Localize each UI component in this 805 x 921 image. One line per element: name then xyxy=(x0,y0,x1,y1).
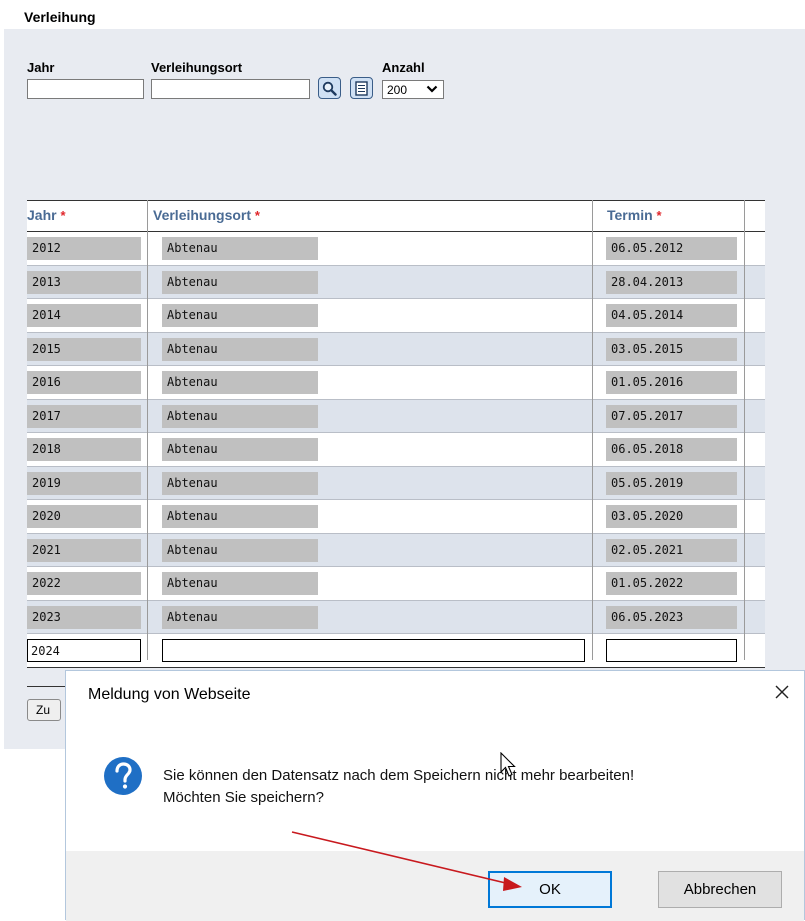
column-divider xyxy=(744,200,745,660)
table-row: 2019 Abtenau 05.05.2019 xyxy=(27,466,765,500)
table-row: 2023 Abtenau 06.05.2023 xyxy=(27,600,765,634)
chevron-down-icon xyxy=(426,85,438,93)
cell-jahr: 2016 xyxy=(27,371,141,394)
cell-termin: 06.05.2012 xyxy=(606,237,737,260)
cell-jahr: 2020 xyxy=(27,505,141,528)
list-button[interactable] xyxy=(350,77,373,99)
question-icon xyxy=(104,757,142,795)
cell-jahr: 2018 xyxy=(27,438,141,461)
table-row: 2021 Abtenau 02.05.2021 xyxy=(27,533,765,567)
cell-termin: 03.05.2015 xyxy=(606,337,737,361)
cell-termin: 28.04.2013 xyxy=(606,270,737,294)
anzahl-value: 200 xyxy=(387,82,408,97)
table-row: 2013 Abtenau 28.04.2013 xyxy=(27,265,765,299)
table-header: Jahr * Verleihungsort * Termin * xyxy=(27,200,765,232)
column-header-label: Termin xyxy=(607,207,653,223)
dialog-message: Sie können den Datensatz nach dem Speich… xyxy=(163,765,634,809)
cell-termin: 06.05.2023 xyxy=(606,605,737,629)
cell-verleihungsort: Abtenau xyxy=(162,371,318,394)
cell-jahr: 2019 xyxy=(27,471,141,495)
cell-jahr: 2021 xyxy=(27,538,141,562)
cell-jahr: 2012 xyxy=(27,237,141,260)
cell-jahr: 2015 xyxy=(27,337,141,361)
cell-termin: 05.05.2019 xyxy=(606,471,737,495)
table-row: 2014 Abtenau 04.05.2014 xyxy=(27,299,765,333)
confirm-dialog: Meldung von Webseite Sie können den Date… xyxy=(65,670,805,921)
cell-jahr: 2023 xyxy=(27,605,141,629)
dialog-message-line: Möchten Sie speichern? xyxy=(163,789,324,806)
cell-jahr: 2014 xyxy=(27,304,141,327)
cell-verleihungsort: Abtenau xyxy=(162,337,318,361)
cell-termin: 01.05.2022 xyxy=(606,572,737,595)
search-icon xyxy=(322,81,337,96)
jahr-filter-input[interactable] xyxy=(27,79,144,99)
verleihungsort-label: Verleihungsort xyxy=(151,60,243,75)
jahr-label: Jahr xyxy=(27,60,55,75)
cell-verleihungsort: Abtenau xyxy=(162,572,318,595)
cell-verleihungsort: Abtenau xyxy=(162,538,318,562)
close-icon[interactable] xyxy=(771,681,793,703)
table-row: 2020 Abtenau 03.05.2020 xyxy=(27,500,765,534)
cell-jahr: 2017 xyxy=(27,404,141,428)
list-icon xyxy=(355,80,368,96)
cell-verleihungsort: Abtenau xyxy=(162,237,318,260)
cell-verleihungsort: Abtenau xyxy=(162,438,318,461)
column-header-jahr[interactable]: Jahr * xyxy=(27,207,66,223)
column-divider xyxy=(147,200,148,660)
zu-button[interactable]: Zu xyxy=(27,699,61,721)
cell-termin: 07.05.2017 xyxy=(606,404,737,428)
cell-verleihungsort: Abtenau xyxy=(162,270,318,294)
cell-verleihungsort: Abtenau xyxy=(162,471,318,495)
table-row: 2022 Abtenau 01.05.2022 xyxy=(27,567,765,601)
data-table: Jahr * Verleihungsort * Termin * 2012 Abt… xyxy=(27,200,765,668)
required-marker: * xyxy=(254,208,260,223)
cell-jahr: 2013 xyxy=(27,270,141,294)
column-header-termin[interactable]: Termin * xyxy=(607,207,662,223)
mouse-cursor-icon xyxy=(500,752,516,777)
search-button[interactable] xyxy=(318,77,341,99)
dialog-message-line: Sie können den Datensatz nach dem Speich… xyxy=(163,767,635,784)
cell-termin: 04.05.2014 xyxy=(606,304,737,327)
ok-button[interactable]: OK xyxy=(488,871,612,908)
required-marker: * xyxy=(656,208,662,223)
cell-termin: 01.05.2016 xyxy=(606,371,737,394)
table-row: 2017 Abtenau 07.05.2017 xyxy=(27,399,765,433)
page-title: Verleihung xyxy=(24,9,96,25)
anzahl-select[interactable]: 200 xyxy=(382,80,444,99)
table-row: 2016 Abtenau 01.05.2016 xyxy=(27,366,765,400)
cell-termin: 03.05.2020 xyxy=(606,505,737,528)
column-header-verleihungsort[interactable]: Verleihungsort * xyxy=(153,207,260,223)
column-divider xyxy=(592,200,593,660)
required-marker: * xyxy=(60,208,66,223)
table-body: 2012 Abtenau 06.05.2012 2013 Abtenau 28.04.20… xyxy=(27,232,765,634)
cell-verleihungsort: Abtenau xyxy=(162,304,318,327)
cell-termin: 06.05.2018 xyxy=(606,438,737,461)
table-row: 2012 Abtenau 06.05.2012 xyxy=(27,232,765,266)
cell-verleihungsort: Abtenau xyxy=(162,605,318,629)
anzahl-label: Anzahl xyxy=(382,60,425,75)
cell-verleihungsort: Abtenau xyxy=(162,505,318,528)
cell-jahr: 2022 xyxy=(27,572,141,595)
column-header-label: Jahr xyxy=(27,207,57,223)
cancel-button[interactable]: Abbrechen xyxy=(658,871,782,908)
column-header-label: Verleihungsort xyxy=(153,207,252,223)
cell-termin: 02.05.2021 xyxy=(606,538,737,562)
cell-verleihungsort: Abtenau xyxy=(162,404,318,428)
table-row: 2015 Abtenau 03.05.2015 xyxy=(27,332,765,366)
table-row: 2018 Abtenau 06.05.2018 xyxy=(27,433,765,467)
verleihungsort-filter-input[interactable] xyxy=(151,79,310,99)
dialog-title: Meldung von Webseite xyxy=(88,686,251,703)
